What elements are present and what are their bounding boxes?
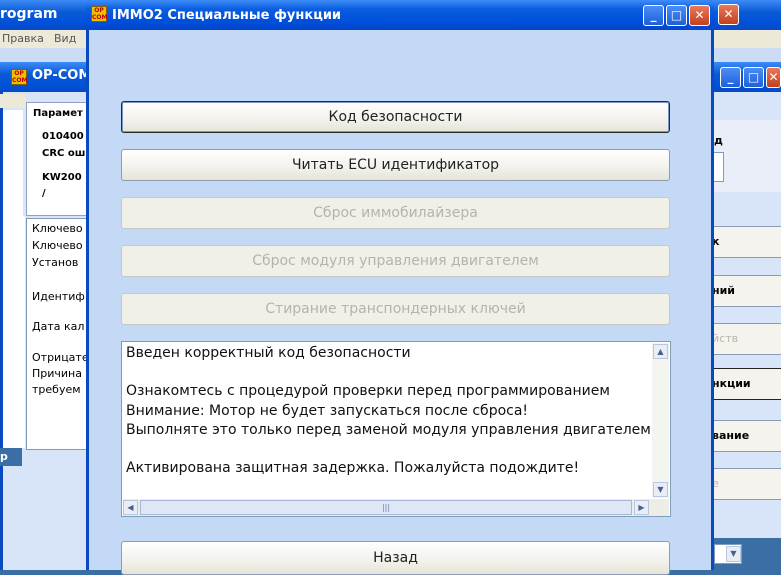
right-button[interactable]: ний bbox=[712, 275, 781, 307]
menu-edit[interactable]: Правка bbox=[2, 32, 44, 45]
param-line: KW200 bbox=[42, 172, 82, 183]
erase-transponder-keys-button[interactable]: Стирание транспондерных ключей bbox=[121, 293, 670, 325]
message-line: Выполняте это только перед заменой модул… bbox=[126, 422, 657, 438]
scroll-right-icon[interactable]: ▶ bbox=[634, 500, 649, 515]
close-icon[interactable]: ✕ bbox=[689, 5, 710, 26]
maximize-icon[interactable]: □ bbox=[666, 5, 687, 26]
scroll-down-icon[interactable]: ▼ bbox=[653, 482, 668, 497]
opcom-left-toolbar bbox=[0, 94, 26, 108]
message-line: Ознакомтесь с процедурой проверки перед … bbox=[126, 383, 610, 399]
list-item: Причина bbox=[32, 367, 82, 380]
param-line: CRC ош bbox=[42, 148, 86, 159]
list-item: Ключево bbox=[32, 222, 83, 235]
dialog-app-icon: OP COM bbox=[91, 6, 108, 22]
list-item: Установ bbox=[32, 256, 79, 269]
close-icon[interactable]: ✕ bbox=[766, 67, 781, 88]
list-item: Идентиф bbox=[32, 290, 85, 303]
list-item: Дата кал bbox=[32, 320, 85, 333]
right-button[interactable]: к bbox=[712, 226, 781, 258]
scroll-up-icon[interactable]: ▲ bbox=[653, 344, 668, 359]
security-code-button[interactable]: Код безопасности bbox=[121, 101, 670, 133]
background-close-icon[interactable]: ✕ bbox=[718, 4, 739, 25]
minimize-icon[interactable]: _ bbox=[643, 5, 664, 26]
right-button-disabled[interactable]: е bbox=[712, 468, 781, 500]
left-sidebar-strip-lower bbox=[3, 216, 25, 448]
message-line: Внимание: Мотор не будет запускаться пос… bbox=[126, 403, 529, 419]
param-line: / bbox=[42, 188, 46, 199]
scroll-thumb[interactable]: ||| bbox=[140, 500, 632, 515]
vertical-scrollbar[interactable] bbox=[652, 343, 669, 498]
opcom-app-icon: OP COM bbox=[11, 69, 28, 85]
menu-view[interactable]: Вид bbox=[54, 32, 76, 45]
list-item: Отрицате bbox=[32, 351, 89, 364]
dialog-title: IMMO2 Специальные функции bbox=[112, 8, 342, 23]
params-label: Парамет bbox=[33, 108, 83, 119]
left-bottom-text: р bbox=[0, 450, 8, 463]
maximize-icon[interactable]: □ bbox=[743, 67, 764, 88]
opcom-left-title: OP-COM bbox=[32, 68, 92, 83]
background-window-title: rogram bbox=[0, 6, 58, 22]
read-ecu-id-button[interactable]: Читать ECU идентификатор bbox=[121, 149, 670, 181]
list-item: Ключево bbox=[32, 239, 83, 252]
right-button-focused[interactable]: нкции bbox=[712, 368, 781, 400]
reset-immobilizer-button[interactable]: Сброс иммобилайзера bbox=[121, 197, 670, 229]
list-item: требуем bbox=[32, 383, 81, 396]
param-line: 010400 bbox=[42, 131, 84, 142]
right-button[interactable]: вание bbox=[712, 420, 781, 452]
left-sidebar-strip bbox=[3, 110, 23, 218]
minimize-icon[interactable]: _ bbox=[720, 67, 741, 88]
message-line: Введен корректный код безопасности bbox=[126, 345, 411, 361]
message-line: Активирована защитная задержка. Пожалуйс… bbox=[126, 460, 580, 476]
chevron-down-icon[interactable]: ▼ bbox=[726, 546, 741, 562]
scroll-left-icon[interactable]: ◀ bbox=[123, 500, 138, 515]
reset-ecm-button[interactable]: Сброс модуля управления двигателем bbox=[121, 245, 670, 277]
right-button-disabled[interactable]: йств bbox=[712, 323, 781, 355]
right-group-label: д bbox=[714, 134, 723, 147]
